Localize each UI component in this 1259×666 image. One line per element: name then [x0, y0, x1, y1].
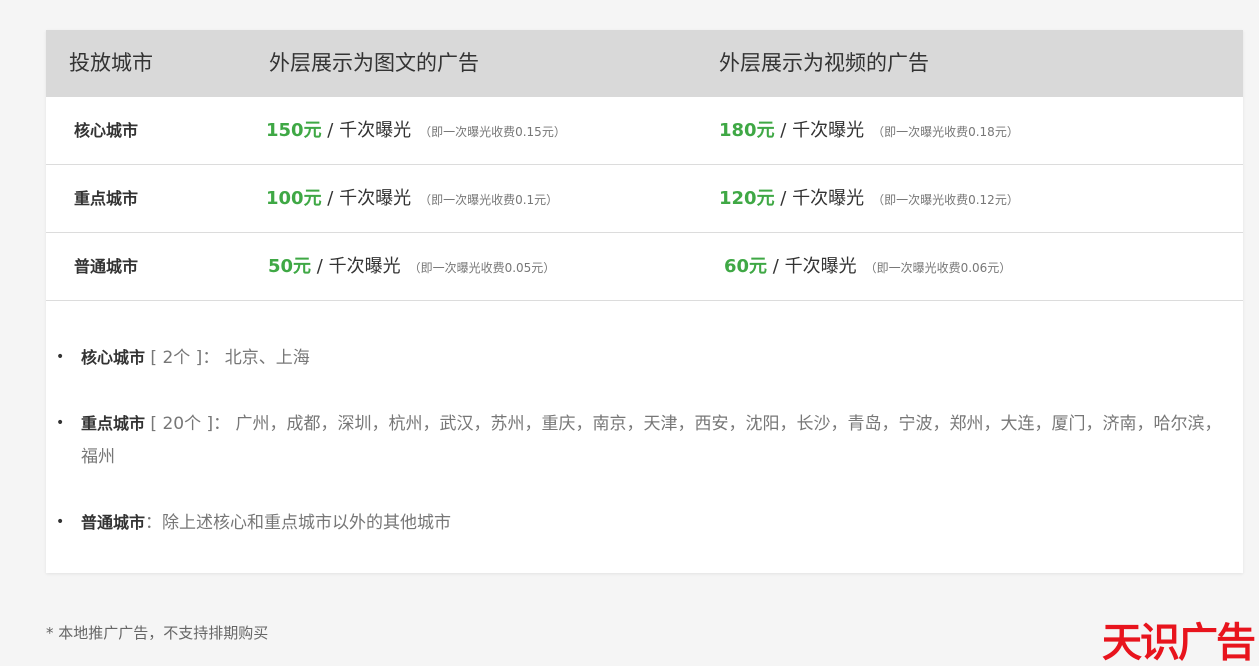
note-text: ：除上述核心和重点城市以外的其他城市 — [145, 513, 452, 533]
note-text: ： 广州，成都，深圳，杭州，武汉，苏州，重庆，南京，天津，西安，沈阳，长沙，青岛… — [81, 414, 1222, 467]
price-value: 120元 — [719, 188, 775, 209]
price-note: （即一次曝光收费0.18元） — [872, 125, 1019, 139]
bullet: • — [56, 349, 65, 365]
video-price: 120元 / 千次曝光 （即一次曝光收费0.12元） — [719, 165, 1019, 234]
note-count: [ 2个 ] — [145, 348, 203, 368]
price-note: （即一次曝光收费0.06元） — [864, 261, 1012, 275]
price-value: 180元 — [719, 120, 775, 141]
note-label: 重点城市 — [81, 414, 146, 433]
price-note: （即一次曝光收费0.15元） — [419, 125, 566, 139]
price-unit: / 千次曝光 — [321, 120, 412, 141]
video-price: 180元 / 千次曝光 （即一次曝光收费0.18元） — [719, 97, 1019, 166]
header-city: 投放城市 — [69, 51, 153, 75]
video-price: 60元 / 千次曝光 （即一次曝光收费0.06元） — [724, 233, 1011, 302]
table-row: 重点城市 100元 / 千次曝光 （即一次曝光收费0.1元） 120元 / 千次曝… — [46, 165, 1243, 233]
city-name: 普通城市 — [74, 257, 139, 276]
price-unit: / 千次曝光 — [774, 120, 865, 141]
image-text-price: 100元 / 千次曝光 （即一次曝光收费0.1元） — [266, 165, 558, 234]
footnote: * 本地推广广告，不支持排期购买 — [46, 624, 269, 642]
pricing-card: 投放城市 外层展示为图文的广告 外层展示为视频的广告 核心城市 150元 / 千… — [46, 30, 1243, 573]
note-label: 普通城市 — [81, 513, 146, 532]
header-image-text-ad: 外层展示为图文的广告 — [269, 51, 479, 75]
bullet: • — [56, 415, 65, 431]
price-value: 150元 — [266, 120, 322, 141]
price-value: 60元 — [724, 256, 768, 277]
image-text-price: 50元 / 千次曝光 （即一次曝光收费0.05元） — [268, 233, 555, 302]
price-note: （即一次曝光收费0.05元） — [408, 261, 556, 275]
header-video-ad: 外层展示为视频的广告 — [719, 51, 929, 75]
price-note: （即一次曝光收费0.12元） — [872, 193, 1019, 207]
list-item: • 普通城市：除上述核心和重点城市以外的其他城市 — [56, 506, 1229, 540]
table-row: 普通城市 50元 / 千次曝光 （即一次曝光收费0.05元） 60元 / 千次曝光… — [46, 233, 1243, 301]
table-row: 核心城市 150元 / 千次曝光 （即一次曝光收费0.15元） 180元 / 千次… — [46, 97, 1243, 165]
price-unit: / 千次曝光 — [311, 256, 401, 277]
price-value: 50元 — [268, 256, 312, 277]
city-name: 重点城市 — [74, 189, 139, 208]
image-text-price: 150元 / 千次曝光 （即一次曝光收费0.15元） — [266, 97, 566, 166]
note-text: ： 北京、上海 — [202, 348, 310, 368]
bullet: • — [56, 514, 65, 530]
table-header: 投放城市 外层展示为图文的广告 外层展示为视频的广告 — [46, 30, 1243, 97]
note-label: 核心城市 — [81, 348, 146, 367]
price-unit: / 千次曝光 — [321, 188, 412, 209]
price-note: （即一次曝光收费0.1元） — [419, 193, 559, 207]
price-unit: / 千次曝光 — [774, 188, 865, 209]
price-unit: / 千次曝光 — [767, 256, 857, 277]
list-item: • 核心城市 [ 2个 ]： 北京、上海 — [56, 341, 1229, 375]
list-item: • 重点城市 [ 20个 ]： 广州，成都，深圳，杭州，武汉，苏州，重庆，南京，天… — [56, 407, 1229, 474]
price-value: 100元 — [266, 188, 322, 209]
brand-logo: 天识广告 — [1102, 620, 1256, 666]
note-count: [ 20个 ] — [145, 414, 214, 434]
city-name: 核心城市 — [74, 121, 139, 140]
